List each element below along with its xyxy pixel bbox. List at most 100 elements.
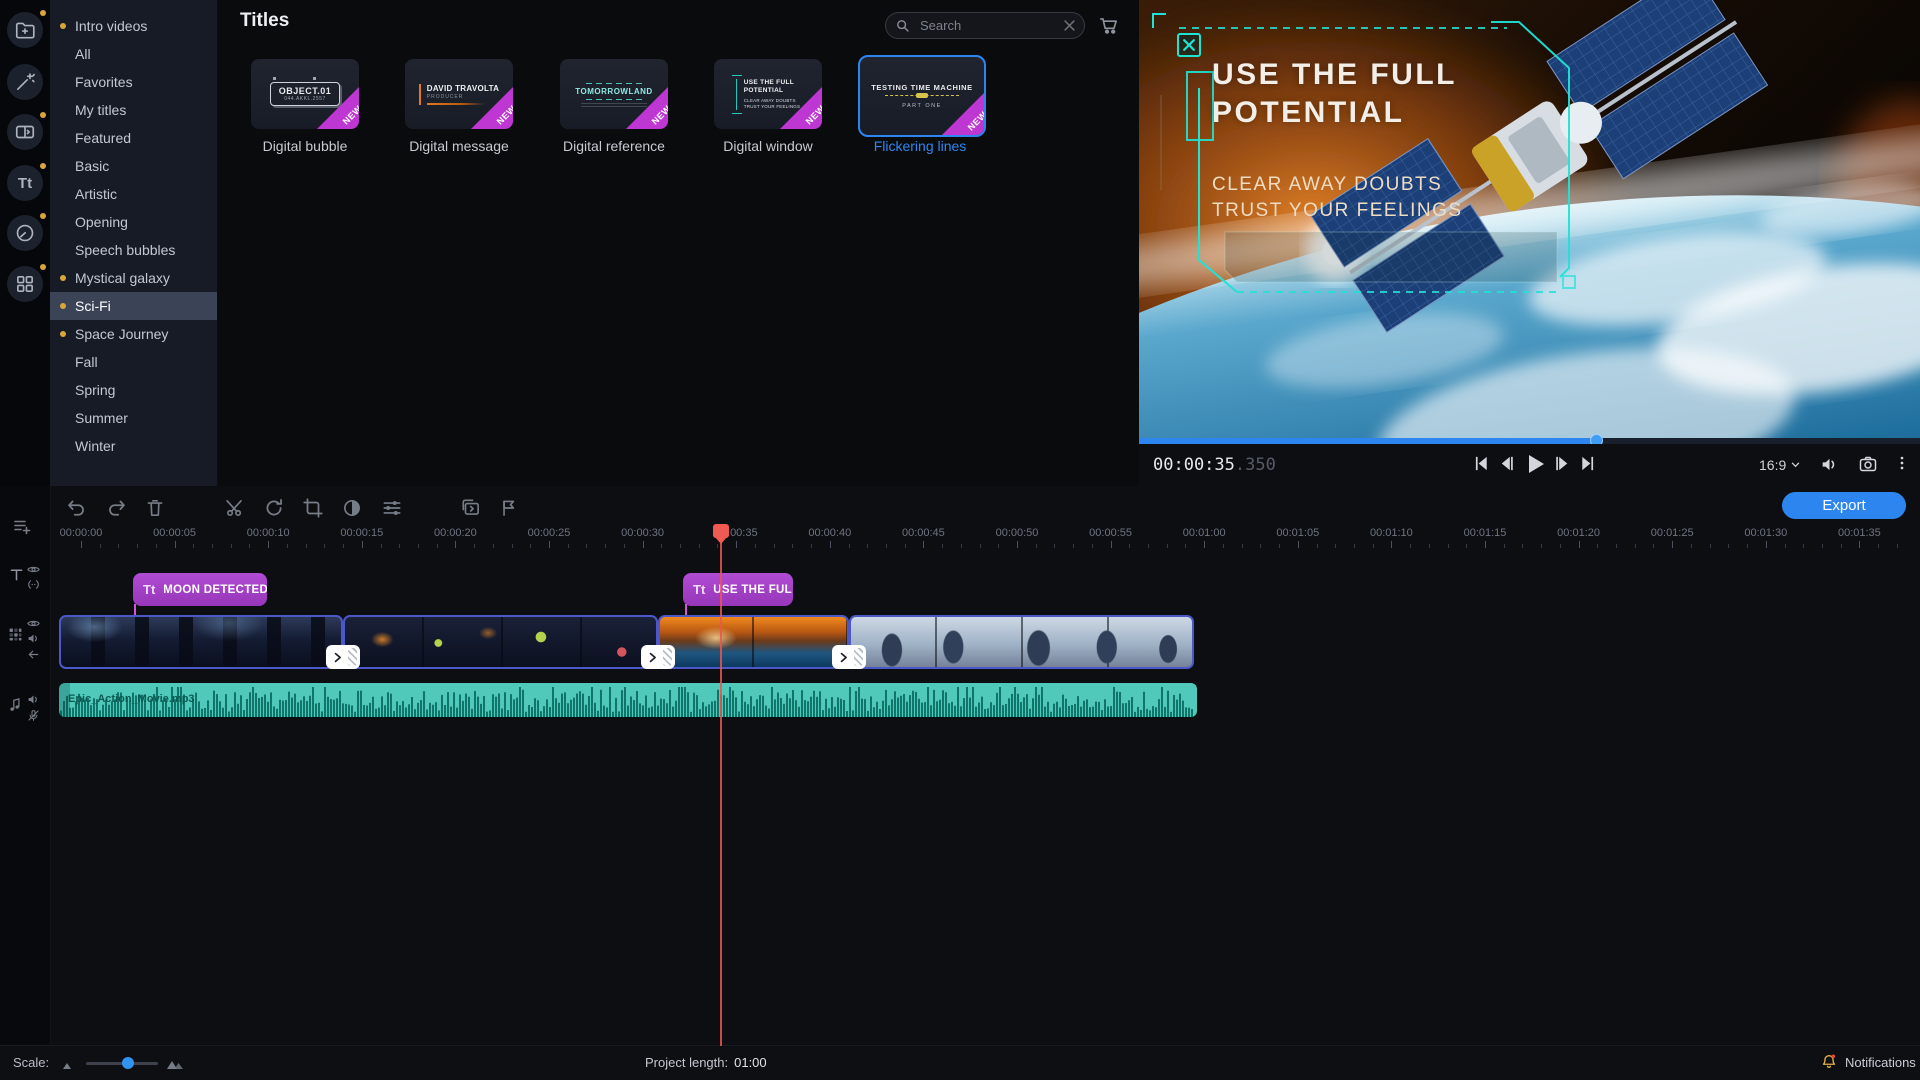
- ruler-tick: [811, 544, 812, 548]
- aspect-ratio-dropdown[interactable]: 16:9: [1759, 457, 1800, 473]
- previous-frame-button[interactable]: [1497, 454, 1516, 478]
- more-tools-button[interactable]: [7, 266, 43, 302]
- eye-icon: [26, 616, 41, 631]
- music-note-icon: [7, 696, 24, 713]
- export-button[interactable]: Export: [1782, 492, 1906, 519]
- ruler-tick: [306, 544, 307, 548]
- contrast-icon: [341, 497, 363, 519]
- more-options-button[interactable]: [1893, 454, 1911, 477]
- ruler-label: 00:01:35: [1838, 527, 1881, 539]
- filters-button[interactable]: [7, 64, 43, 100]
- play-button[interactable]: [1523, 452, 1547, 481]
- title-card-digital-bubble[interactable]: OBJECT.01 044.AKKL.2557 NEW: [251, 59, 359, 129]
- skip-to-start-button[interactable]: [1472, 454, 1491, 478]
- skip-to-end-button[interactable]: [1578, 454, 1597, 478]
- grid-icon: [14, 273, 36, 295]
- ruler-tick: [1597, 544, 1598, 548]
- volume-button[interactable]: [1819, 454, 1840, 480]
- search-input[interactable]: [918, 17, 1057, 34]
- video-clip-4[interactable]: [849, 615, 1194, 669]
- scale-slider-handle[interactable]: [122, 1057, 134, 1069]
- speaker-icon: [1819, 454, 1840, 475]
- playhead-marker[interactable]: [713, 524, 729, 538]
- audio-clip[interactable]: Epic_Action_Movie.mp3: [59, 683, 1197, 717]
- video-clip-3[interactable]: [658, 615, 849, 669]
- camera-icon: [1858, 454, 1878, 474]
- title-clip-use-the-full[interactable]: Tt USE THE FUL: [683, 573, 793, 606]
- redo-button[interactable]: [105, 497, 127, 524]
- transition-handle-1[interactable]: [326, 645, 360, 669]
- add-track-icon: [12, 516, 32, 536]
- crop-button[interactable]: [302, 497, 324, 524]
- snapshot-button[interactable]: [1858, 454, 1878, 479]
- ruler-label: 00:01:00: [1183, 527, 1226, 539]
- category-item-my-titles[interactable]: My titles: [50, 96, 217, 124]
- overlay-close-button[interactable]: [1177, 33, 1201, 57]
- store-cart-button[interactable]: [1098, 14, 1120, 41]
- ruler-tick: [1429, 544, 1430, 548]
- title-track-sync-toggle[interactable]: [26, 577, 41, 597]
- preview-player: USE THE FULL POTENTIAL CLEAR AWAY DOUBTS…: [1139, 0, 1920, 486]
- ruler-tick: [1129, 544, 1130, 548]
- ruler-tick: [175, 541, 176, 548]
- timeline-ruler[interactable]: 00:00:0000:00:0500:00:1000:00:1500:00:20…: [0, 524, 1920, 550]
- import-media-button[interactable]: [7, 12, 43, 48]
- title-clip-moon-detected[interactable]: Tt MOON DETECTED: [133, 573, 267, 606]
- category-item-featured[interactable]: Featured: [50, 124, 217, 152]
- titles-category-list: Intro videosAllFavoritesMy titlesFeature…: [50, 0, 218, 486]
- clear-search-icon[interactable]: [1064, 20, 1075, 31]
- video-clip-2[interactable]: [343, 615, 658, 669]
- category-item-spring[interactable]: Spring: [50, 376, 217, 404]
- overlay-track-button[interactable]: [460, 497, 482, 524]
- title-card-digital-reference[interactable]: TOMORROWLAND NEW: [560, 59, 668, 129]
- audio-track-voice-toggle[interactable]: [26, 708, 41, 728]
- marker-button[interactable]: [498, 497, 520, 524]
- transitions-button[interactable]: [7, 114, 43, 150]
- title-card-digital-window[interactable]: USE THE FULL POTENTIAL CLEAR AWAY DOUBTS…: [714, 59, 822, 129]
- category-item-all[interactable]: All: [50, 40, 217, 68]
- ruler-tick: [1728, 544, 1729, 548]
- video-track-back-button[interactable]: [26, 647, 41, 667]
- ruler-tick: [156, 544, 157, 548]
- category-item-speech-bubbles[interactable]: Speech bubbles: [50, 236, 217, 264]
- title-card-flickering-lines[interactable]: TESTING TIME MACHINE PART ONE NEW: [858, 55, 986, 137]
- transition-handle-3[interactable]: [832, 645, 866, 669]
- title-card-digital-message[interactable]: DAVID TRAVOLTA PRODUCER NEW: [405, 59, 513, 129]
- color-adjustments-button[interactable]: [341, 497, 363, 524]
- category-item-sci-fi[interactable]: Sci-Fi: [50, 292, 217, 320]
- category-item-favorites[interactable]: Favorites: [50, 68, 217, 96]
- search-box[interactable]: [885, 12, 1085, 39]
- category-item-space-journey[interactable]: Space Journey: [50, 320, 217, 348]
- category-item-basic[interactable]: Basic: [50, 152, 217, 180]
- category-item-mystical-galaxy[interactable]: Mystical galaxy: [50, 264, 217, 292]
- ruler-label: 00:00:50: [996, 527, 1039, 539]
- zoom-in-icon[interactable]: [166, 1057, 184, 1070]
- category-item-opening[interactable]: Opening: [50, 208, 217, 236]
- effects-button[interactable]: [7, 215, 43, 251]
- undo-button[interactable]: [66, 497, 88, 524]
- ruler-tick: [1841, 544, 1842, 548]
- category-item-summer[interactable]: Summer: [50, 404, 217, 432]
- transition-handle-2[interactable]: [641, 645, 675, 669]
- ruler-tick: [512, 544, 513, 548]
- split-button[interactable]: [224, 497, 246, 524]
- ruler-tick: [1242, 544, 1243, 548]
- ruler-label: 00:01:25: [1651, 527, 1694, 539]
- video-clip-1[interactable]: [59, 615, 343, 669]
- category-item-artistic[interactable]: Artistic: [50, 180, 217, 208]
- titles-button[interactable]: Tt: [7, 165, 43, 201]
- notifications-button[interactable]: Notifications: [1820, 1053, 1916, 1071]
- video-editor-window: Tt Intro videosAllFavoritesMy titlesFeat…: [0, 0, 1920, 1080]
- zoom-out-icon[interactable]: [62, 1060, 76, 1070]
- eye-icon: [26, 562, 41, 577]
- title-card-label: Digital reference: [534, 138, 694, 154]
- delete-button[interactable]: [144, 497, 166, 524]
- next-frame-button[interactable]: [1553, 454, 1572, 478]
- category-item-intro-videos[interactable]: Intro videos: [50, 12, 217, 40]
- add-track-button[interactable]: [12, 516, 32, 541]
- category-item-winter[interactable]: Winter: [50, 432, 217, 460]
- category-item-fall[interactable]: Fall: [50, 348, 217, 376]
- ruler-tick: [343, 544, 344, 548]
- rotate-button[interactable]: [263, 497, 285, 524]
- clip-properties-button[interactable]: [381, 497, 403, 524]
